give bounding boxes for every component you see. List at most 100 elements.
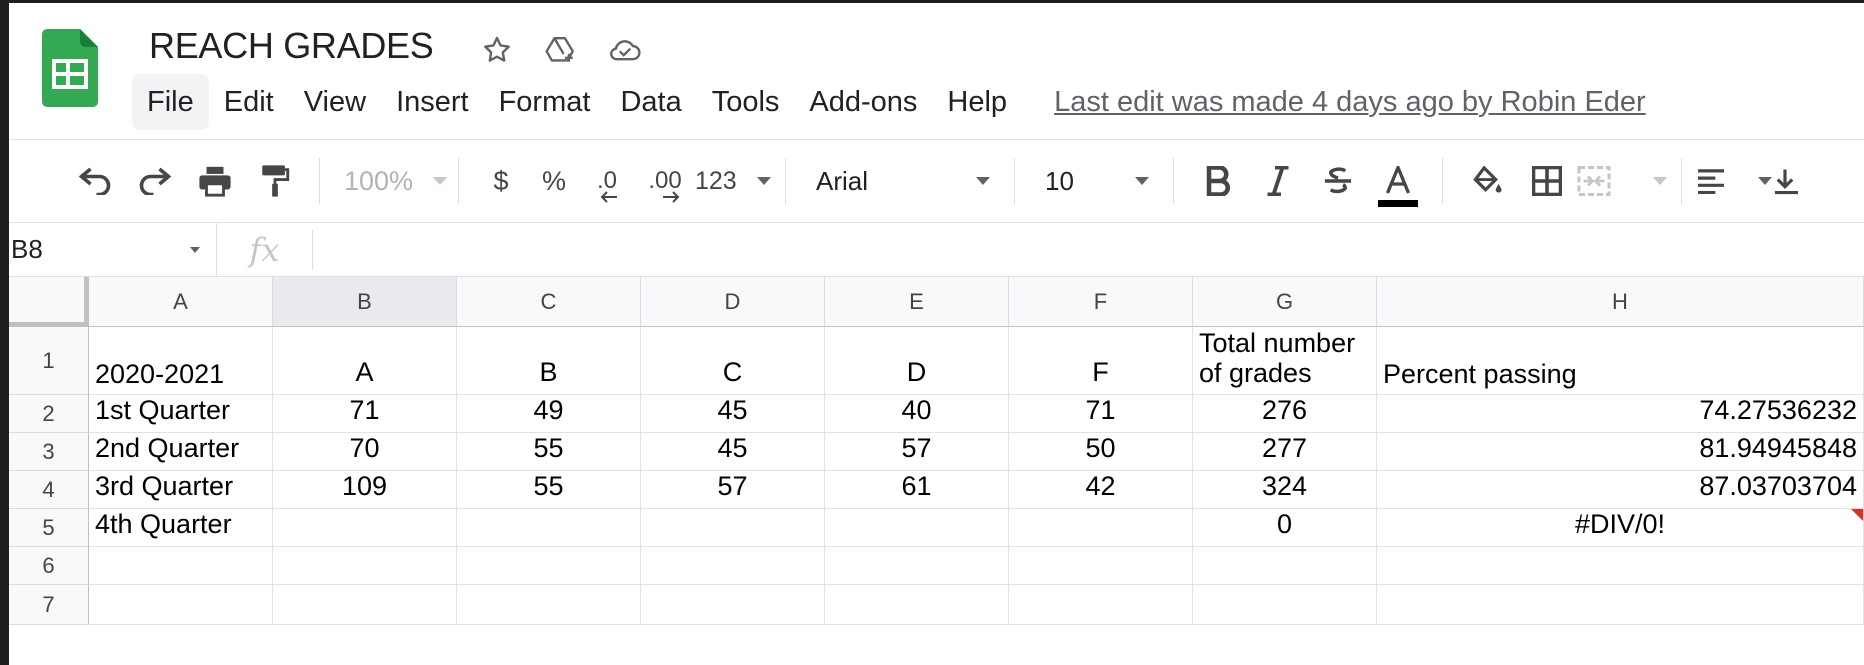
move-to-drive-icon[interactable] bbox=[538, 30, 584, 70]
currency-format-button[interactable]: $ bbox=[473, 153, 529, 209]
cell-e5[interactable] bbox=[825, 509, 1009, 547]
fill-color-icon[interactable] bbox=[1457, 153, 1517, 209]
cell-h5[interactable]: #DIV/0! bbox=[1377, 509, 1864, 547]
column-header-h[interactable]: H bbox=[1377, 277, 1864, 327]
cell-a7[interactable] bbox=[89, 585, 273, 625]
zoom-select[interactable]: 100% bbox=[334, 153, 448, 209]
menu-file[interactable]: File bbox=[132, 74, 209, 130]
cell-g1[interactable]: Total number of grades bbox=[1193, 327, 1377, 395]
more-formats-select[interactable]: 123 bbox=[695, 153, 771, 209]
italic-icon[interactable] bbox=[1248, 153, 1308, 209]
cell-a4[interactable]: 3rd Quarter bbox=[89, 471, 273, 509]
cell-note-indicator[interactable] bbox=[1851, 509, 1863, 521]
cell-f6[interactable] bbox=[1009, 547, 1193, 585]
cell-g4[interactable]: 324 bbox=[1193, 471, 1377, 509]
cell-d6[interactable] bbox=[641, 547, 825, 585]
column-header-f[interactable]: F bbox=[1009, 277, 1193, 327]
cell-h2[interactable]: 74.27536232 bbox=[1377, 395, 1864, 433]
cell-c7[interactable] bbox=[457, 585, 641, 625]
menu-help[interactable]: Help bbox=[932, 74, 1022, 130]
cell-b1[interactable]: A bbox=[273, 327, 457, 395]
cell-b2[interactable]: 71 bbox=[273, 395, 457, 433]
cell-f4[interactable]: 42 bbox=[1009, 471, 1193, 509]
cell-c5[interactable] bbox=[457, 509, 641, 547]
font-size-select[interactable]: 10 bbox=[1029, 153, 1159, 209]
cell-c1[interactable]: B bbox=[457, 327, 641, 395]
cell-d3[interactable]: 45 bbox=[641, 433, 825, 471]
cell-h6[interactable] bbox=[1377, 547, 1864, 585]
menu-data[interactable]: Data bbox=[605, 74, 696, 130]
last-edit-link[interactable]: Last edit was made 4 days ago by Robin E… bbox=[1054, 86, 1646, 119]
cell-e1[interactable]: D bbox=[825, 327, 1009, 395]
cell-b5[interactable] bbox=[273, 509, 457, 547]
row-header-3[interactable]: 3 bbox=[9, 433, 89, 471]
cell-h1[interactable]: Percent passing bbox=[1377, 327, 1864, 395]
cell-c2[interactable]: 49 bbox=[457, 395, 641, 433]
star-icon[interactable] bbox=[474, 30, 520, 70]
bold-icon[interactable] bbox=[1188, 153, 1248, 209]
print-icon[interactable] bbox=[185, 153, 245, 209]
menu-view[interactable]: View bbox=[289, 74, 381, 130]
increase-decimal-button[interactable]: .00 bbox=[635, 153, 695, 209]
cell-e7[interactable] bbox=[825, 585, 1009, 625]
cell-c6[interactable] bbox=[457, 547, 641, 585]
undo-icon[interactable] bbox=[65, 153, 125, 209]
cell-f3[interactable]: 50 bbox=[1009, 433, 1193, 471]
column-header-g[interactable]: G bbox=[1193, 277, 1377, 327]
menu-format[interactable]: Format bbox=[484, 74, 606, 130]
cell-g7[interactable] bbox=[1193, 585, 1377, 625]
paint-format-icon[interactable] bbox=[245, 153, 305, 209]
borders-icon[interactable] bbox=[1517, 153, 1577, 209]
menu-edit[interactable]: Edit bbox=[209, 74, 289, 130]
row-header-2[interactable]: 2 bbox=[9, 395, 89, 433]
cell-e2[interactable]: 40 bbox=[825, 395, 1009, 433]
cell-g2[interactable]: 276 bbox=[1193, 395, 1377, 433]
cell-h3[interactable]: 81.94945848 bbox=[1377, 433, 1864, 471]
cell-a2[interactable]: 1st Quarter bbox=[89, 395, 273, 433]
font-family-select[interactable]: Arial bbox=[800, 153, 1000, 209]
cell-f2[interactable]: 71 bbox=[1009, 395, 1193, 433]
vertical-align-icon[interactable] bbox=[1772, 153, 1802, 209]
cell-b4[interactable]: 109 bbox=[273, 471, 457, 509]
cell-g3[interactable]: 277 bbox=[1193, 433, 1377, 471]
cell-a1[interactable]: 2020-2021 bbox=[89, 327, 273, 395]
column-header-a[interactable]: A bbox=[89, 277, 273, 327]
cell-d2[interactable]: 45 bbox=[641, 395, 825, 433]
percent-format-button[interactable]: % bbox=[529, 153, 579, 209]
name-box[interactable]: B8 bbox=[9, 222, 217, 277]
column-header-e[interactable]: E bbox=[825, 277, 1009, 327]
decrease-decimal-button[interactable]: .0 bbox=[579, 153, 635, 209]
column-header-d[interactable]: D bbox=[641, 277, 825, 327]
cell-a3[interactable]: 2nd Quarter bbox=[89, 433, 273, 471]
cell-c4[interactable]: 55 bbox=[457, 471, 641, 509]
column-header-c[interactable]: C bbox=[457, 277, 641, 327]
cell-a6[interactable] bbox=[89, 547, 273, 585]
row-header-1[interactable]: 1 bbox=[9, 327, 89, 395]
cell-a5[interactable]: 4th Quarter bbox=[89, 509, 273, 547]
cell-f1[interactable]: F bbox=[1009, 327, 1193, 395]
strikethrough-icon[interactable] bbox=[1308, 153, 1368, 209]
cell-d7[interactable] bbox=[641, 585, 825, 625]
document-title[interactable]: REACH GRADES bbox=[149, 25, 434, 67]
row-header-4[interactable]: 4 bbox=[9, 471, 89, 509]
cell-d5[interactable] bbox=[641, 509, 825, 547]
cell-d4[interactable]: 57 bbox=[641, 471, 825, 509]
cell-h4[interactable]: 87.03703704 bbox=[1377, 471, 1864, 509]
cell-h7[interactable] bbox=[1377, 585, 1864, 625]
cell-b6[interactable] bbox=[273, 547, 457, 585]
merge-cells-select[interactable] bbox=[1577, 153, 1667, 209]
cell-f5[interactable] bbox=[1009, 509, 1193, 547]
sheets-logo-icon[interactable] bbox=[42, 29, 98, 107]
row-header-7[interactable]: 7 bbox=[9, 585, 89, 625]
cell-b7[interactable] bbox=[273, 585, 457, 625]
column-header-b[interactable]: B bbox=[273, 277, 457, 327]
text-color-button[interactable] bbox=[1368, 153, 1428, 209]
cell-f7[interactable] bbox=[1009, 585, 1193, 625]
horizontal-align-select[interactable] bbox=[1696, 153, 1772, 209]
menu-insert[interactable]: Insert bbox=[381, 74, 484, 130]
cell-g6[interactable] bbox=[1193, 547, 1377, 585]
cloud-saved-icon[interactable] bbox=[602, 30, 648, 70]
cell-g5[interactable]: 0 bbox=[1193, 509, 1377, 547]
menu-add-ons[interactable]: Add-ons bbox=[794, 74, 932, 130]
formula-input[interactable] bbox=[313, 223, 1864, 277]
